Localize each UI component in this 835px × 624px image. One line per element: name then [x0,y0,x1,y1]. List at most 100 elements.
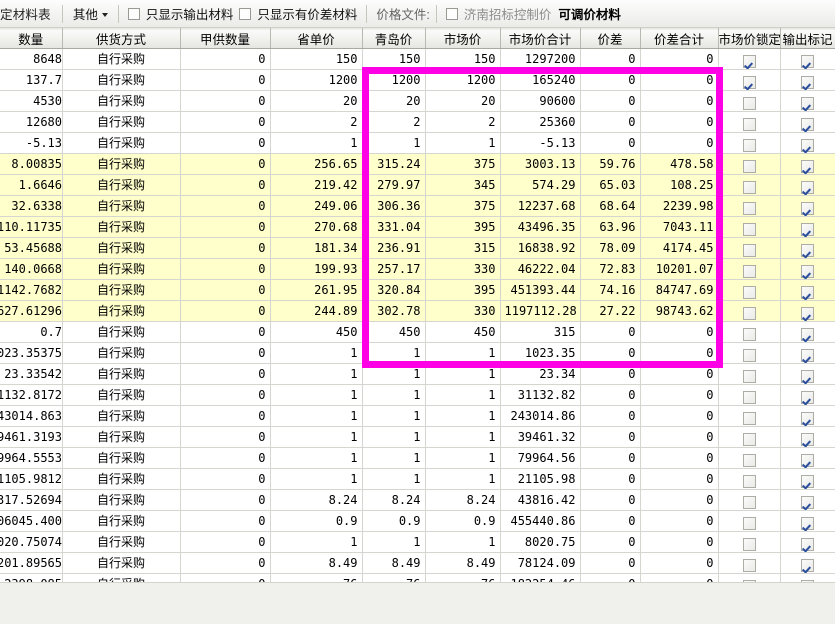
output-flag-checkbox[interactable] [801,222,814,236]
cell-lock[interactable] [718,258,781,280]
cell-diff_total[interactable]: 0 [640,111,719,133]
column-header-supply[interactable]: 供货方式 [62,28,181,49]
cell-lock[interactable] [718,342,781,364]
table-row[interactable]: 23.33542 自行采购 0 1 1 1 23.34 0 0 [0,363,835,385]
table-row[interactable]: 1.6646 自行采购 0 219.42 279.97 345 574.29 65.03 108… [0,174,835,196]
cell-prov_price[interactable]: 244.89 [270,300,363,322]
cell-qd_price[interactable]: 1 [362,405,426,427]
cell-mkt_total[interactable]: 574.29 [500,174,581,196]
cell-diff[interactable]: 68.64 [580,195,641,217]
table-row[interactable]: 8648 自行采购 0 150 150 150 1297200 0 0 [0,48,835,70]
cell-lock[interactable] [718,405,781,427]
cell-qd_price[interactable]: 8.24 [362,489,426,511]
cell-mkt_price[interactable]: 375 [425,153,501,175]
cell-owner_qty[interactable]: 0 [180,510,271,532]
other-menu-button[interactable]: 其他 [69,2,112,25]
cell-mkt_price[interactable]: 20 [425,90,501,112]
table-row[interactable]: 12680 自行采购 0 2 2 2 25360 0 0 [0,111,835,133]
cell-prov_price[interactable]: 8.24 [270,489,363,511]
grid-body[interactable]: 8648 自行采购 0 150 150 150 1297200 0 0 137.7 自行采购 0 120… [0,48,835,582]
column-header-qty[interactable]: 数量 [0,28,63,49]
cell-mkt_total[interactable]: 23.34 [500,363,581,385]
output-flag-checkbox[interactable] [801,516,814,530]
cell-output[interactable] [780,69,835,91]
cell-mkt_price[interactable]: 76 [425,573,501,582]
cell-diff_total[interactable]: 478.58 [640,153,719,175]
cell-supply[interactable]: 自行采购 [62,258,181,280]
cell-lock[interactable] [718,426,781,448]
table-row[interactable]: 53.45688 自行采购 0 181.34 236.91 315 16838.92 78.0… [0,237,835,259]
cell-mkt_price[interactable]: 1200 [425,69,501,91]
output-flag-checkbox[interactable] [801,306,814,320]
cell-owner_qty[interactable]: 0 [180,552,271,574]
cell-lock[interactable] [718,468,781,490]
market-price-lock-checkbox[interactable] [742,222,756,236]
cell-supply[interactable]: 自行采购 [62,363,181,385]
cell-lock[interactable] [718,153,781,175]
cell-owner_qty[interactable]: 0 [180,132,271,154]
cell-qty[interactable]: 506045.400 [0,510,63,532]
cell-owner_qty[interactable]: 0 [180,573,271,582]
cell-qty[interactable]: -5.13 [0,132,63,154]
market-price-lock-checkbox[interactable] [742,264,756,278]
cell-qd_price[interactable]: 1 [362,342,426,364]
table-row[interactable]: 31132.8172自行采购011131132.8200 [0,384,835,406]
cell-diff[interactable]: 59.76 [580,153,641,175]
cell-supply[interactable]: 自行采购 [62,384,181,406]
cell-qd_price[interactable]: 306.36 [362,195,426,217]
cell-owner_qty[interactable]: 0 [180,237,271,259]
cell-diff_total[interactable]: 0 [640,426,719,448]
cell-supply[interactable]: 自行采购 [62,321,181,343]
output-flag-checkbox[interactable] [801,453,814,467]
table-row[interactable]: 1142.7682 自行采购 0 261.95 320.84 395 451393.44 74… [0,279,835,301]
cell-output[interactable] [780,153,835,175]
cell-diff[interactable]: 0 [580,489,641,511]
cell-prov_price[interactable]: 1 [270,363,363,385]
cell-prov_price[interactable]: 181.34 [270,237,363,259]
cell-qty[interactable]: 1142.7682 [0,279,63,301]
cell-owner_qty[interactable]: 0 [180,195,271,217]
table-header-row[interactable]: 数量 供货方式 甲供数量 省单价 青岛价 市场价 市场价合计 价差 价差合计 市场价锁定 输出标记 [0,28,835,49]
market-price-lock-checkbox[interactable] [742,54,756,68]
cell-mkt_total[interactable]: 46222.04 [500,258,581,280]
table-row[interactable]: 8020.75074自行采购01118020.7500 [0,531,835,553]
cell-diff_total[interactable]: 10201.07 [640,258,719,280]
cell-supply[interactable]: 自行采购 [62,342,181,364]
cell-qty[interactable]: 8648 [0,48,63,70]
cell-mkt_total[interactable]: 12237.68 [500,195,581,217]
column-header-output[interactable]: 输出标记 [780,28,835,49]
cell-prov_price[interactable]: 2 [270,111,363,133]
market-price-lock-checkbox[interactable] [742,327,756,341]
output-flag-checkbox[interactable] [801,180,814,194]
cell-output[interactable] [780,132,835,154]
cell-prov_price[interactable]: 0.9 [270,510,363,532]
cell-mkt_total[interactable]: 451393.44 [500,279,581,301]
table-row[interactable]: 1023.35375自行采购01111023.3500 [0,342,835,364]
output-flag-checkbox[interactable] [801,390,814,404]
cell-diff[interactable]: 0 [580,510,641,532]
cell-owner_qty[interactable]: 0 [180,174,271,196]
cell-prov_price[interactable]: 256.65 [270,153,363,175]
material-price-grid[interactable]: 数量 供货方式 甲供数量 省单价 青岛价 市场价 市场价合计 价差 价差合计 市场价锁定 输出标记 … [0,28,835,582]
cell-output[interactable] [780,384,835,406]
cell-supply[interactable]: 自行采购 [62,69,181,91]
column-header-diff_total[interactable]: 价差合计 [640,28,719,49]
cell-supply[interactable]: 自行采购 [62,174,181,196]
cell-mkt_price[interactable]: 8.24 [425,489,501,511]
table-row[interactable]: 3627.61296自行采购0244.89302.783301197112.28… [0,300,835,322]
cell-prov_price[interactable]: 150 [270,48,363,70]
cell-supply[interactable]: 自行采购 [62,153,181,175]
cell-prov_price[interactable]: 76 [270,573,363,582]
cell-supply[interactable]: 自行采购 [62,237,181,259]
cell-qd_price[interactable]: 331.04 [362,216,426,238]
table-row[interactable]: 5317.52694自行采购08.248.248.2443816.4200 [0,489,835,511]
cell-qd_price[interactable]: 0.9 [362,510,426,532]
cell-prov_price[interactable]: 249.06 [270,195,363,217]
cell-diff_total[interactable]: 7043.11 [640,216,719,238]
cell-lock[interactable] [718,216,781,238]
cell-qty[interactable]: 32.6338 [0,195,63,217]
market-price-lock-checkbox[interactable] [742,285,756,299]
price-file-adjustable-tab[interactable]: 可调价材料 [554,4,625,23]
cell-owner_qty[interactable]: 0 [180,279,271,301]
market-price-lock-checkbox[interactable] [742,306,756,320]
